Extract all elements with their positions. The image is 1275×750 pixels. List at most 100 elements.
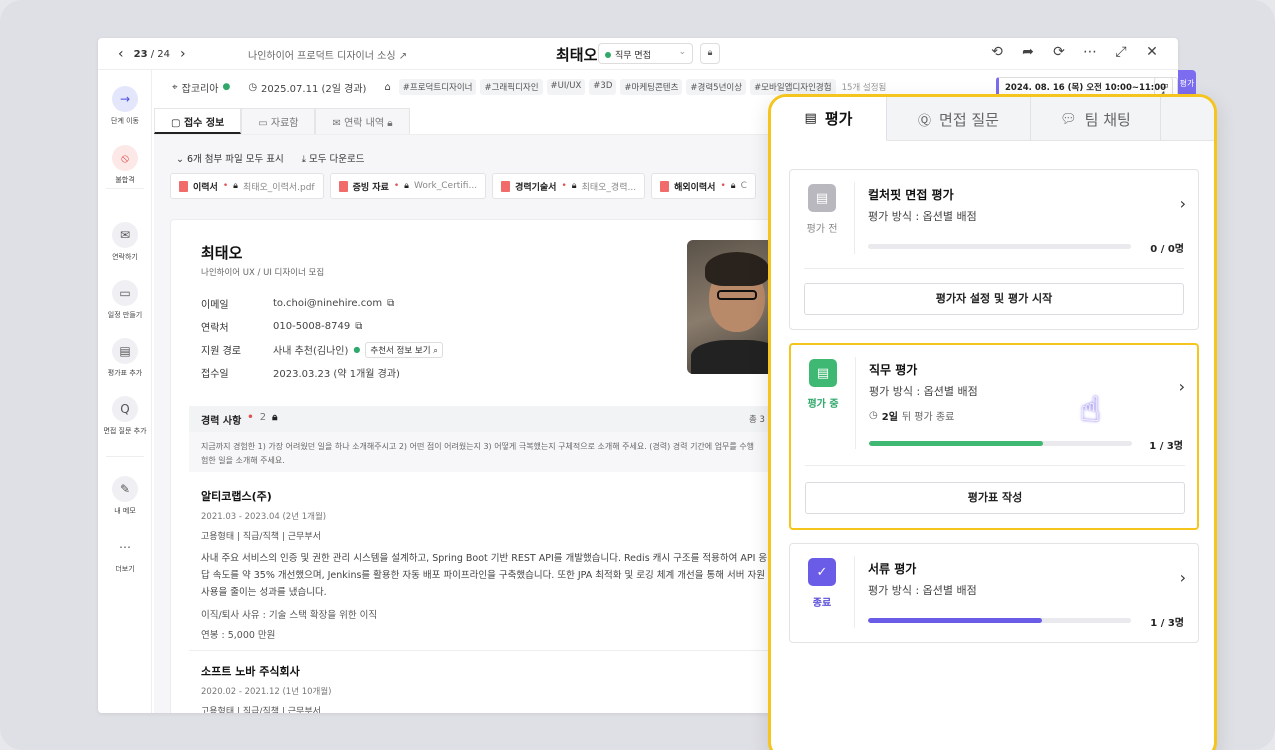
eval-method: 평가 방식 : 옵션별 배점 xyxy=(868,210,977,223)
page-indicator: 23 / 24 xyxy=(133,48,171,60)
tag[interactable]: #그래픽디자인 xyxy=(480,79,543,95)
tab-team-chat[interactable]: 💬︎ 팀 채팅 xyxy=(1031,97,1161,141)
refresh-icon[interactable]: ⟳ xyxy=(1051,44,1067,60)
divider xyxy=(106,456,144,457)
write-scorecard-button[interactable]: 평가표 작성 xyxy=(805,482,1185,514)
verified-icon: ● xyxy=(353,345,361,354)
status-badge: ▤ 평가 전 xyxy=(804,184,840,235)
toggle-files[interactable]: ⌄ 6개 첨부 파일 모두 표시 xyxy=(176,151,284,165)
edit-icon: ✎ xyxy=(112,476,138,502)
panel-tabs: ▤ 평가 Ⓠ 면접 질문 💬︎ 팀 채팅 xyxy=(771,97,1214,141)
eval-count: 0 / 0명 xyxy=(1150,244,1184,255)
referral-button[interactable]: 추천서 정보 보기 ⌕ xyxy=(365,341,443,358)
lock-icon: 🔒︎ xyxy=(272,412,278,423)
start-evaluation-button[interactable]: 평가자 설정 및 평가 시작 xyxy=(804,283,1184,315)
eval-due: ◷ 2일 뒤 평가 종료 xyxy=(869,410,955,423)
history-icon[interactable]: ⟲ xyxy=(989,44,1005,60)
top-bar: ‹ 23 / 24 › 나인하이어 프로덕트 디자이너 소싱 ↗ 최태오 직무 … xyxy=(98,38,1178,70)
document-icon: ▢ xyxy=(171,118,181,129)
verified-icon: ● xyxy=(222,82,231,92)
copy-icon[interactable]: ⧉ xyxy=(387,298,394,309)
career-item: 소프트 노바 주식회사 2020.02 - 2021.12 (1년 10개월) … xyxy=(201,665,332,713)
eval-title: 직무 평가 xyxy=(869,363,918,377)
share-icon[interactable]: ➦ xyxy=(1020,44,1036,60)
detail-tabs: ▢ 접수 정보 ▭ 자료함 ✉ 연락 내역 🔒︎ xyxy=(154,108,410,134)
file-item[interactable]: 경력기술서 • 🔒︎ 최태오_경력... xyxy=(492,173,646,199)
chat-icon: 💬︎ xyxy=(1060,111,1077,127)
tag[interactable]: #프로덕트디자이너 xyxy=(398,79,477,95)
candidate-name: 최태오 xyxy=(201,244,243,262)
external-link-icon: ↗ xyxy=(398,51,408,62)
prev-icon[interactable]: ‹ xyxy=(118,46,124,62)
move-stage-button[interactable]: → 단계 이동 xyxy=(98,86,152,126)
divider xyxy=(189,650,769,651)
clipboard-icon: ▤ xyxy=(808,184,836,212)
tab-application[interactable]: ▢ 접수 정보 xyxy=(154,108,242,134)
copy-icon[interactable]: ⧉ xyxy=(355,321,362,332)
toolbar: ⟲ ➦ ⟳ ⋯ ⤢ ✕ xyxy=(989,44,1160,60)
status-badge: ✓ 종료 xyxy=(804,558,840,609)
eval-count: 1 / 3명 xyxy=(1150,618,1184,629)
phone-value: 010-5008-8749 xyxy=(273,321,351,332)
stage-dot xyxy=(605,52,611,58)
career-total: 총 3 xyxy=(749,415,765,425)
more-icon[interactable]: ⋯ xyxy=(1082,44,1098,60)
clock-icon: ◷ xyxy=(869,410,878,421)
eval-count: 1 / 3명 xyxy=(1149,441,1183,452)
expand-icon[interactable]: ⤢ xyxy=(1113,44,1129,60)
lock-icon: 🔒︎ xyxy=(707,48,713,58)
memo-button[interactable]: ✎ 내 메모 xyxy=(98,476,152,516)
tag[interactable]: #모바일앱디자인경험 xyxy=(750,79,836,95)
add-scorecard-button[interactable]: ▤ 평가표 추가 xyxy=(98,338,152,378)
chevron-right-icon[interactable]: › xyxy=(1180,568,1186,587)
more-button[interactable]: ⋯ 더보기 xyxy=(98,534,152,574)
tab-interview-questions[interactable]: Ⓠ 면접 질문 xyxy=(887,97,1031,141)
progress-bar xyxy=(868,244,1131,249)
tab-evaluation[interactable]: ▤ 평가 xyxy=(771,97,887,141)
pager: ‹ 23 / 24 › xyxy=(118,46,186,62)
file-item[interactable]: 해외이력서 • 🔒︎ C xyxy=(651,173,756,199)
pdf-icon xyxy=(501,180,511,192)
clipboard-icon: ▤ xyxy=(112,338,138,364)
mail-icon: ✉ xyxy=(332,118,341,129)
calendar-icon: ▭ xyxy=(1160,81,1169,91)
tag-count: 15개 설정됨 xyxy=(841,83,887,93)
pdf-icon xyxy=(660,180,670,192)
file-item[interactable]: 이력서 • 🔒︎ 최태오_이력서.pdf xyxy=(170,173,324,199)
add-question-button[interactable]: Q 면접 질문 추가 xyxy=(98,396,152,436)
eval-card-job: ▤ 평가 중 직무 평가 평가 방식 : 옵션별 배점 ◷ 2일 뒤 평가 종료 › … xyxy=(789,343,1199,530)
calendar-icon: ▭ xyxy=(112,280,138,306)
tag[interactable]: #UI/UX xyxy=(546,79,586,95)
breadcrumb[interactable]: 나인하이어 프로덕트 디자이너 소싱 ↗ xyxy=(248,47,407,62)
source: ⌖ 잡코리아 ● xyxy=(172,81,231,95)
next-icon[interactable]: › xyxy=(180,46,186,62)
file-list: 이력서 • 🔒︎ 최태오_이력서.pdf 증빙 자료 • 🔒︎ Work_Certifi..… xyxy=(170,173,756,199)
contact-button[interactable]: ✉ 연락하기 xyxy=(98,222,152,262)
mail-icon: ✉ xyxy=(112,222,138,248)
eval-card-culture: ▤ 평가 전 컬처핏 면접 평가 평가 방식 : 옵션별 배점 › 0 / 0명 … xyxy=(789,169,1199,330)
tag[interactable]: #마케팅콘텐츠 xyxy=(620,79,683,95)
chevron-right-icon[interactable]: › xyxy=(1179,377,1185,396)
file-item[interactable]: 증빙 자료 • 🔒︎ Work_Certifi... xyxy=(329,173,487,199)
chevron-right-icon[interactable]: › xyxy=(1180,194,1186,213)
lock-button[interactable]: 🔒︎ xyxy=(700,43,720,64)
stage-select[interactable]: 직무 면접 ⌄ xyxy=(598,43,693,64)
candidate-title: 최태오 xyxy=(556,46,598,64)
schedule-button[interactable]: ▭ 일정 만들기 xyxy=(98,280,152,320)
tag[interactable]: #3D xyxy=(589,79,617,95)
tag[interactable]: #경력5년이상 xyxy=(686,79,747,95)
eval-title: 서류 평가 xyxy=(868,562,917,576)
download-all[interactable]: ⤓ 모두 다운로드 xyxy=(302,151,365,165)
profile-rows: 이메일 to.choi@ninehire.com ⧉ 연락처 010-5008-874… xyxy=(201,292,443,384)
arrow-right-icon: → xyxy=(112,86,138,112)
email-value: to.choi@ninehire.com xyxy=(273,298,383,309)
evaluation-panel: ▤ 평가 Ⓠ 면접 질문 💬︎ 팀 채팅 ▤ 평가 전 컬처핏 면접 평가 평가 방식 … xyxy=(768,94,1217,750)
close-icon[interactable]: ✕ xyxy=(1144,44,1160,60)
tab-contacts[interactable]: ✉ 연락 내역 🔒︎ xyxy=(315,108,410,134)
tab-files[interactable]: ▭ 자료함 xyxy=(241,108,316,134)
hand-cursor-icon: ☝︎ xyxy=(1080,390,1101,430)
pdf-icon xyxy=(338,180,348,192)
reject-button[interactable]: ⦸ 불합격 xyxy=(98,145,152,185)
app-frame: ‹ 23 / 24 › 나인하이어 프로덕트 디자이너 소싱 ↗ 최태오 직무 … xyxy=(0,0,1275,750)
eval-method: 평가 방식 : 옵션별 배점 xyxy=(869,385,978,398)
